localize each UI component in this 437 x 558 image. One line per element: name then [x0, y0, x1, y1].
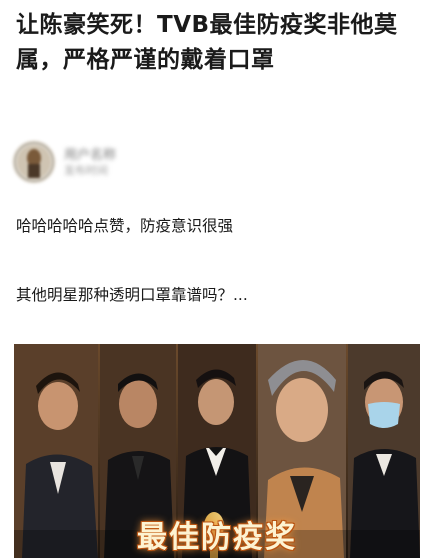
- article-title: 让陈豪笑死！TVB最佳防疫奖非他莫属，严格严谨的戴着口罩: [16, 12, 398, 73]
- author-meta: 用户名称 发布时间: [64, 144, 154, 180]
- post-date: 发布时间: [64, 164, 108, 177]
- paragraph: 哈哈哈哈哈点赞，防疫意识很强: [16, 217, 234, 235]
- face-mask-icon: [368, 402, 400, 428]
- author-name[interactable]: 用户名称: [64, 144, 116, 163]
- author-info[interactable]: 用户名称 发布时间: [12, 140, 172, 184]
- article-photo[interactable]: 最佳防疫奖: [14, 344, 420, 558]
- paragraph: 其他明星那种透明口罩靠谱吗？...: [16, 286, 248, 304]
- article: 让陈豪笑死！TVB最佳防疫奖非他莫属，严格严谨的戴着口罩 用户名称 发布时间 哈…: [0, 0, 437, 558]
- image-caption: 最佳防疫奖: [137, 520, 297, 555]
- avatar[interactable]: [12, 140, 56, 184]
